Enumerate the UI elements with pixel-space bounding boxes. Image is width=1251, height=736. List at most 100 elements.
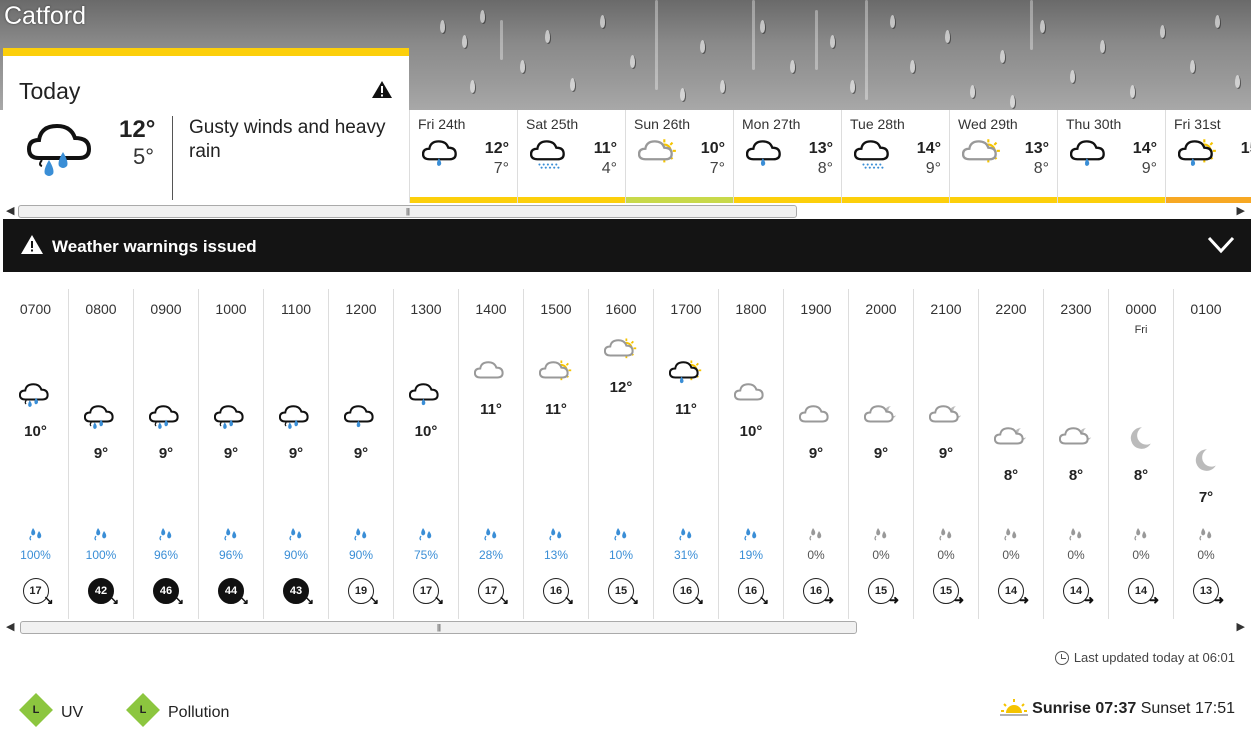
day-tab[interactable]: Wed 29th 13° 8° [949,110,1057,203]
hour-column[interactable]: 1800 10° 19% 16 ↘ [718,289,783,619]
hour-column[interactable]: 0100 7° 0% 13 ➜ [1173,289,1238,619]
scrollbar-thumb[interactable]: ||| [18,205,797,218]
scroll-left-arrow[interactable]: ◀ [6,204,14,217]
wind-direction-arrow-icon: ↘ [369,593,380,607]
hour-time: 0000 [1125,301,1157,317]
hour-column[interactable]: 1100 9° 90% 43 ↘ [263,289,328,619]
wind-direction-arrow-icon: ↘ [239,593,250,607]
rain-probability: 96% [218,548,244,562]
hour-column[interactable]: 1400 11° 28% 17 ↘ [458,289,523,619]
day-high-temp: 10° [700,140,725,157]
rain-drop-icon [224,528,237,541]
hourly-scrollbar[interactable]: ◀ ||| ▶ [0,619,1251,635]
today-description: Gusty winds and heavy rain [189,117,386,162]
last-updated-text: Last updated today at 06:01 [1073,650,1235,665]
moon-cloud-icon [928,403,963,436]
rain-drop-icon [614,528,627,541]
day-name: Tue 28th [850,116,905,132]
hour-column[interactable]: 1200 9° 90% 19 ↘ [328,289,393,619]
rain-drop-icon [809,528,822,541]
hour-column[interactable]: 1300 10° 75% 17 ↘ [393,289,458,619]
hour-column[interactable]: 0900 9° 96% 46 ↘ [133,289,198,619]
rain-probability: 90% [348,548,374,562]
location-name: Catford [4,2,86,30]
scroll-left-arrow[interactable]: ◀ [6,620,14,633]
hour-column[interactable]: 0000 Fri 8° 0% 14 ➜ [1108,289,1173,619]
hour-column[interactable]: 1700 11° 31% 16 ↘ [653,289,718,619]
rain-icon [408,381,443,414]
wind-direction-arrow-icon: ➜ [954,593,965,607]
hour-temp: 11° [480,401,502,418]
daily-scrollbar[interactable]: ◀ ||| ▶ [0,203,1251,219]
wind-direction-arrow-icon: ↘ [434,593,445,607]
weather-warnings-bar[interactable]: Weather warnings issued [3,219,1251,272]
hour-temp: 9° [938,445,954,462]
day-tab[interactable]: Thu 30th 14° 9° [1057,110,1165,203]
day-tab[interactable]: Tue 28th 14° 9° [841,110,949,203]
moon-cloud-icon [863,403,898,436]
pollution-label[interactable]: Pollution [168,704,229,722]
rain-probability: 0% [937,548,955,562]
hour-temp: 9° [158,445,174,462]
hour-column[interactable]: 2000 9° 0% 15 ➜ [848,289,913,619]
day-high-temp: 12° [484,140,509,157]
scrollbar-thumb[interactable]: ||| [20,621,857,634]
day-tab[interactable]: Fri 31st 15° 1 [1165,110,1251,203]
hour-time: 2300 [1060,301,1092,317]
hour-column[interactable]: 1000 9° 96% 44 ↘ [198,289,263,619]
rain-drop-icon [744,528,757,541]
scroll-right-arrow[interactable]: ▶ [1237,620,1245,633]
hour-column[interactable]: 2300 8° 0% 14 ➜ [1043,289,1108,619]
hour-time: 1900 [800,301,832,317]
pollution-level-badge[interactable]: L [126,693,160,727]
day-tab[interactable]: Sat 25th 11° 4° [517,110,625,203]
rain-drop-icon [1134,528,1147,541]
hour-column[interactable]: 0800 9° 100% 42 ↘ [68,289,133,619]
hour-column[interactable]: 2200 8° 0% 14 ➜ [978,289,1043,619]
day-tab[interactable]: Mon 27th 13° 8° [733,110,841,203]
hour-column[interactable]: 1500 11° 13% 16 ↘ [523,289,588,619]
hour-time: 0900 [150,301,182,317]
sunrise-time: 07:37 [1095,700,1137,717]
chevron-down-icon[interactable] [1207,235,1235,255]
day-low-temp: 7° [709,160,725,177]
uv-level-badge[interactable]: L [19,693,53,727]
hour-temp: 9° [808,445,824,462]
rain-probability: 31% [673,548,699,562]
rain-probability: 13% [543,548,569,562]
hour-temp: 8° [1068,467,1084,484]
rain-probability: 96% [153,548,179,562]
rain-probability: 75% [413,548,439,562]
hour-temp: 11° [675,401,697,418]
wind-direction-arrow-icon: ↘ [759,593,770,607]
hour-column[interactable]: 1600 12° 10% 15 ↘ [588,289,653,619]
cloud-drizzle-icon [853,138,894,175]
hour-temp: 9° [223,445,239,462]
hour-column[interactable]: 2100 9° 0% 15 ➜ [913,289,978,619]
hour-temp: 12° [609,379,633,396]
rain-probability: 100% [20,548,51,562]
rain-drop-icon [1199,528,1212,541]
scroll-right-arrow[interactable]: ▶ [1237,204,1245,217]
rain-probability: 28% [478,548,504,562]
wind-direction-arrow-icon: ➜ [1149,593,1160,607]
sun-cloud-icon [538,359,573,392]
day-tab[interactable]: Sun 26th 10° 7° [625,110,733,203]
cloud-rain-icon [421,138,462,175]
moon-icon [1189,447,1223,480]
cloud-heavy-rain-icon [26,123,92,176]
hour-time: 2000 [865,301,897,317]
day-high-temp: 15° [1240,140,1251,157]
today-panel[interactable]: Today 12° 5° Gusty winds and heavy rain [3,48,409,203]
day-tab[interactable]: Fri 24th 12° 7° [409,110,517,203]
last-updated: Last updated today at 06:01 [1054,650,1235,665]
day-low-temp: 9° [1141,160,1157,177]
sunrise-label: Sunrise [1032,700,1091,717]
hour-temp: 9° [93,445,109,462]
heavy-rain-icon [83,403,118,436]
wind-direction-arrow-icon: ➜ [1019,593,1030,607]
hour-column[interactable]: 1900 9° 0% 16 ➜ [783,289,848,619]
rain-drop-icon [159,528,172,541]
uv-label[interactable]: UV [61,704,83,722]
hour-column[interactable]: 0700 10° 100% 17 ↘ [3,289,68,619]
